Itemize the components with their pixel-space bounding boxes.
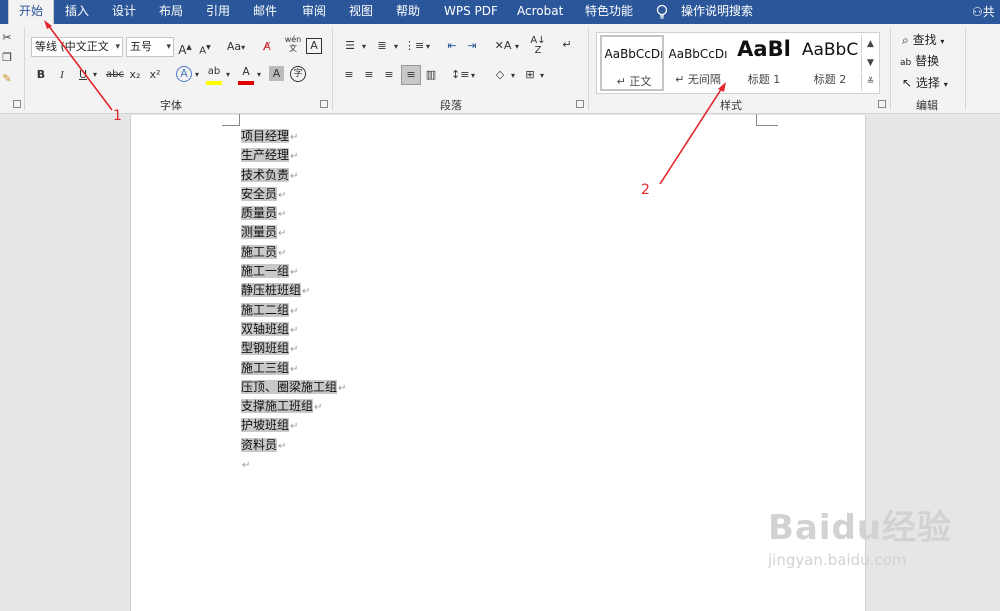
arrowhead-icon — [718, 82, 726, 92]
annotation-number-1: 1 — [113, 108, 122, 124]
watermark-brand: Baidu经验 — [768, 508, 953, 548]
baidu-watermark: Baidu经验 jingyan.baidu.com — [768, 500, 952, 569]
annotation-arrow-1 — [47, 24, 113, 111]
annotation-arrow-2 — [659, 87, 723, 185]
annotation-number-2: 2 — [641, 182, 650, 198]
watermark-url: jingyan.baidu.com — [768, 551, 907, 569]
